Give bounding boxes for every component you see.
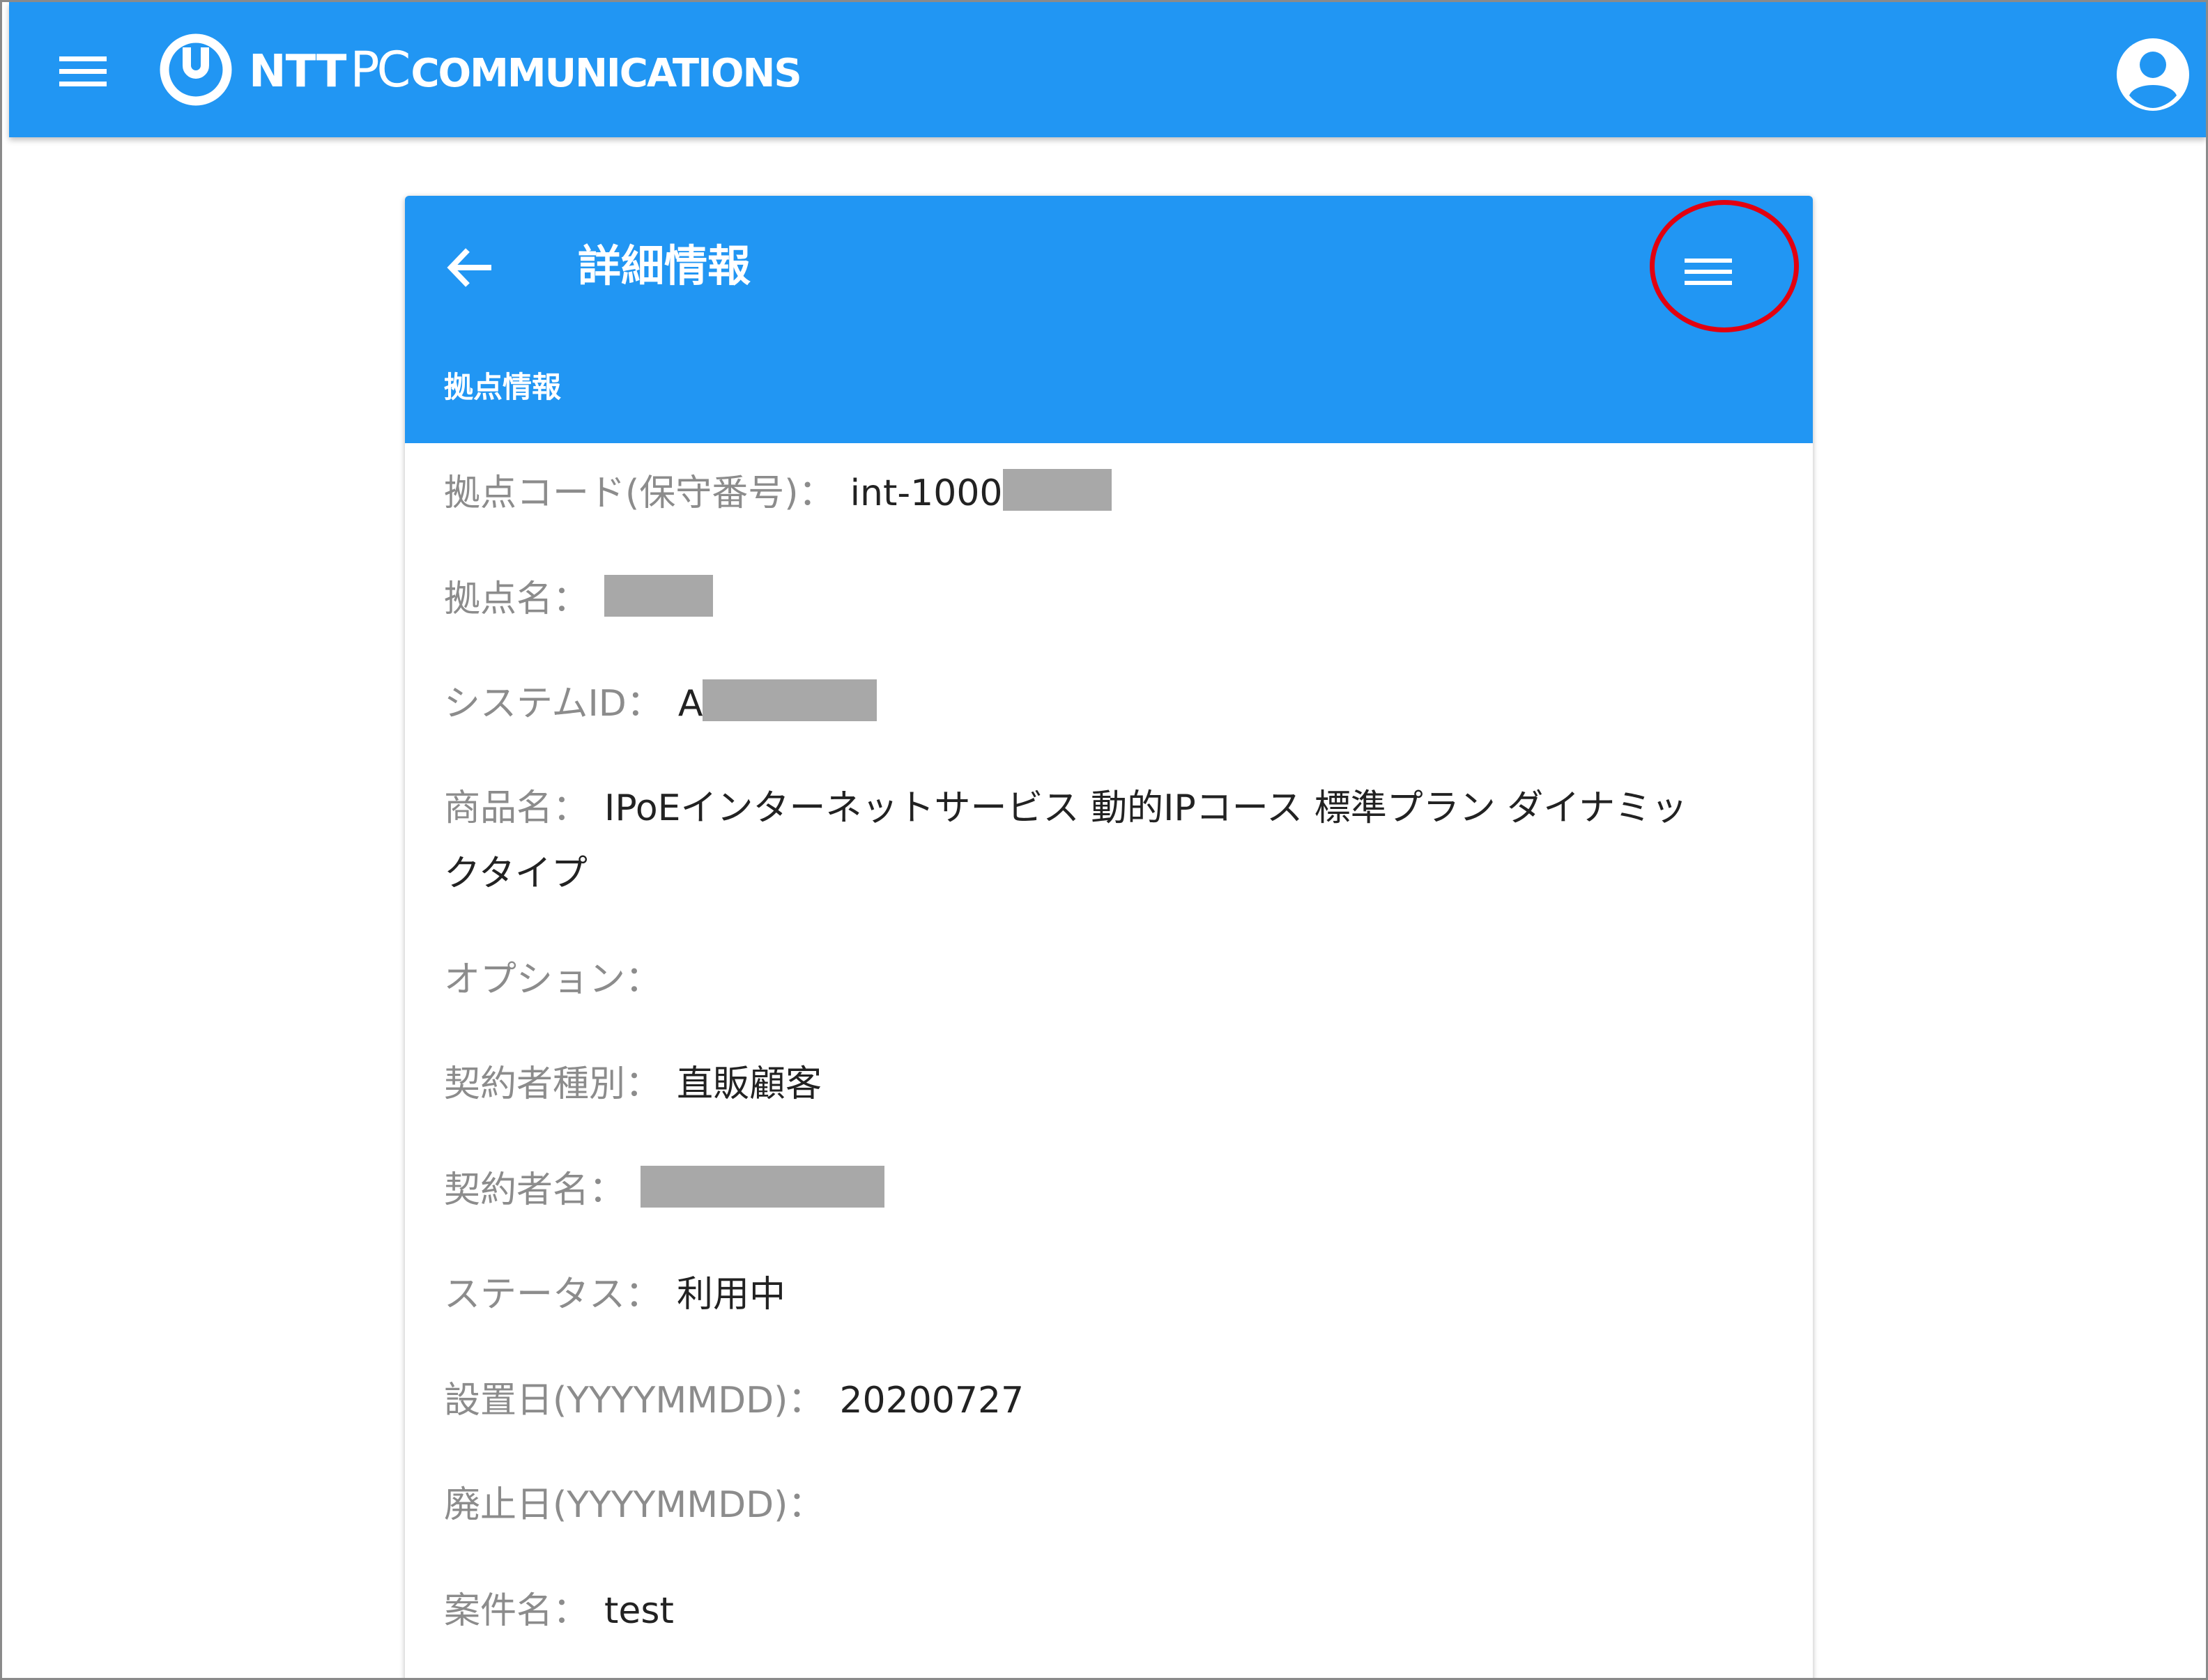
field-label: 契約者名 <box>444 1169 590 1211</box>
field-project-name: 案件名： test <box>444 1578 1782 1644</box>
field-label: 廃止日(YYYYMMDD) <box>444 1484 788 1526</box>
field-label: 契約者種別 <box>444 1063 626 1105</box>
field-product-name-cont: クタイプ <box>444 841 1782 907</box>
brand-ntt: NTT <box>249 46 346 98</box>
ntt-logo-icon <box>160 33 232 106</box>
app-bar: NTTPCCOMMUNICATIONS <box>9 2 2206 137</box>
field-separator: ： <box>589 1169 626 1211</box>
field-label: 案件名 <box>444 1590 553 1632</box>
brand-communications: COMMUNICATIONS <box>411 51 802 96</box>
redacted-block <box>641 1166 885 1208</box>
field-contractor-type: 契約者種別： 直販顧客 <box>444 1051 1782 1117</box>
field-separator: ： <box>625 959 662 1001</box>
field-option: オプション： <box>444 947 1782 1012</box>
field-value: 直販顧客 <box>677 1063 822 1105</box>
field-separator: ： <box>553 787 590 829</box>
field-value: 20200727 <box>839 1380 1025 1421</box>
field-separator: ： <box>626 683 663 725</box>
redacted-block <box>1002 469 1112 511</box>
field-label: 拠点名 <box>444 578 553 620</box>
field-separator: ： <box>625 1274 662 1316</box>
browser-frame: NTTPCCOMMUNICATIONS 詳細情報 拠点情報 拠点コード(保守番号… <box>0 0 2208 1680</box>
field-product-name: 商品名： IPoEインターネットサービス 動的IPコース 標準プラン ダイナミッ <box>444 776 1782 841</box>
field-end-date: 廃止日(YYYYMMDD)： <box>444 1472 1782 1538</box>
brand-pc: PC <box>350 41 411 98</box>
field-value: IPoEインターネットサービス 動的IPコース 標準プラン ダイナミッ <box>604 787 1688 829</box>
field-site-code: 拠点コード(保守番号)： int-1000 <box>444 461 1782 526</box>
redacted-block <box>604 575 714 617</box>
field-value: A <box>677 683 703 725</box>
back-button[interactable] <box>441 236 504 299</box>
redacted-block <box>703 679 877 721</box>
brand-logo[interactable]: NTTPCCOMMUNICATIONS <box>158 31 802 108</box>
field-separator: ： <box>553 1590 590 1632</box>
account-circle-icon[interactable] <box>2114 36 2192 114</box>
field-label: オプション <box>444 959 626 1001</box>
field-install-date: 設置日(YYYYMMDD)： 20200727 <box>444 1368 1782 1433</box>
field-label: システムID <box>444 683 627 725</box>
field-value: int-1000 <box>850 472 1003 514</box>
section-title: 拠点情報 <box>444 370 562 404</box>
field-label: ステータス <box>444 1274 626 1316</box>
card-title: 詳細情報 <box>578 240 751 291</box>
field-system-id: システムID： A <box>444 671 1782 737</box>
card-header: 詳細情報 拠点情報 <box>405 196 1813 443</box>
field-value: 利用中 <box>677 1274 786 1316</box>
menu-icon[interactable] <box>51 49 115 93</box>
highlight-circle <box>1650 200 1799 332</box>
field-value: クタイプ <box>444 853 588 895</box>
field-label: 拠点コード(保守番号) <box>444 472 799 514</box>
field-label: 設置日(YYYYMMDD) <box>444 1380 788 1421</box>
detail-card: 詳細情報 拠点情報 拠点コード(保守番号)： int-1000 拠点名： システム… <box>405 196 1813 1678</box>
brand-name: NTTPCCOMMUNICATIONS <box>249 41 802 98</box>
field-value: test <box>604 1590 674 1632</box>
field-separator: ： <box>788 1380 825 1421</box>
field-separator: ： <box>625 1063 662 1105</box>
field-separator: ： <box>788 1484 825 1526</box>
field-contractor-name: 契約者名： <box>444 1157 1782 1223</box>
field-status: ステータス： 利用中 <box>444 1262 1782 1327</box>
field-site-name: 拠点名： <box>444 567 1782 632</box>
field-separator: ： <box>798 472 835 514</box>
arrow-left-icon <box>447 248 491 287</box>
field-separator: ： <box>553 578 590 620</box>
field-label: 商品名 <box>444 787 553 829</box>
